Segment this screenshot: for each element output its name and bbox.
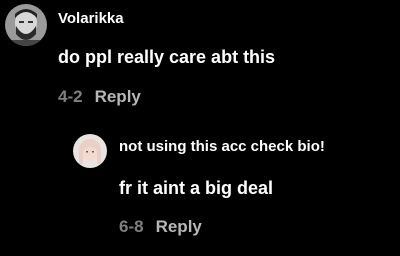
comment-username[interactable]: not using this acc check bio! bbox=[119, 138, 325, 155]
comment-date: 6-8 bbox=[119, 217, 144, 236]
comment-text: do ppl really care abt this bbox=[58, 47, 276, 67]
comment-meta: 6-8 Reply bbox=[119, 217, 202, 237]
comment-item: Volarikka do ppl really care abt this 4-… bbox=[0, 0, 400, 120]
comment-text: fr it aint a big deal bbox=[119, 178, 274, 198]
comment-meta: 4-2 Reply bbox=[58, 87, 141, 107]
reply-button[interactable]: Reply bbox=[95, 87, 141, 106]
avatar[interactable] bbox=[73, 134, 107, 168]
comment-date: 4-2 bbox=[58, 87, 83, 106]
avatar[interactable] bbox=[5, 4, 47, 46]
comment-username[interactable]: Volarikka bbox=[58, 10, 124, 27]
reply-button[interactable]: Reply bbox=[156, 217, 202, 236]
comment-reply-item: not using this acc check bio! fr it aint… bbox=[0, 125, 400, 256]
